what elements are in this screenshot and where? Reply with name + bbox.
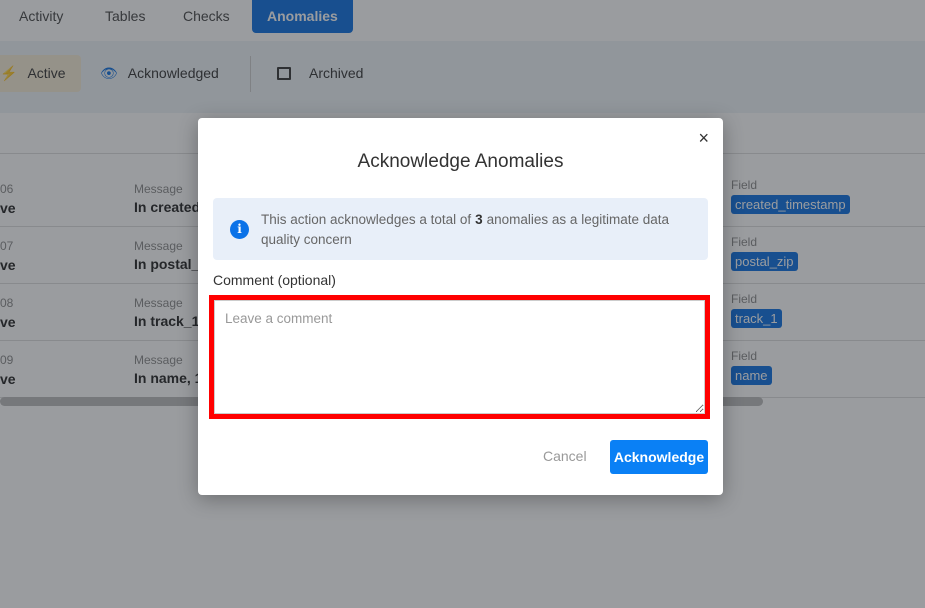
anomaly-count: 3 — [475, 212, 483, 227]
comment-highlight — [209, 295, 710, 419]
close-icon[interactable]: × — [698, 128, 709, 149]
dialog-title: Acknowledge Anomalies — [357, 151, 564, 172]
comment-input[interactable] — [214, 300, 705, 414]
cancel-button[interactable]: Cancel — [543, 448, 587, 464]
info-icon: i — [230, 220, 249, 239]
info-banner: i This action acknowledges a total of 3 an… — [213, 198, 708, 260]
info-text: This action acknowledges a total of 3 anom… — [261, 212, 669, 247]
acknowledge-dialog: × Acknowledge Anomalies i This action ac… — [198, 118, 723, 495]
comment-label: Comment (optional) — [213, 272, 336, 288]
acknowledge-button[interactable]: Acknowledge — [610, 440, 708, 474]
